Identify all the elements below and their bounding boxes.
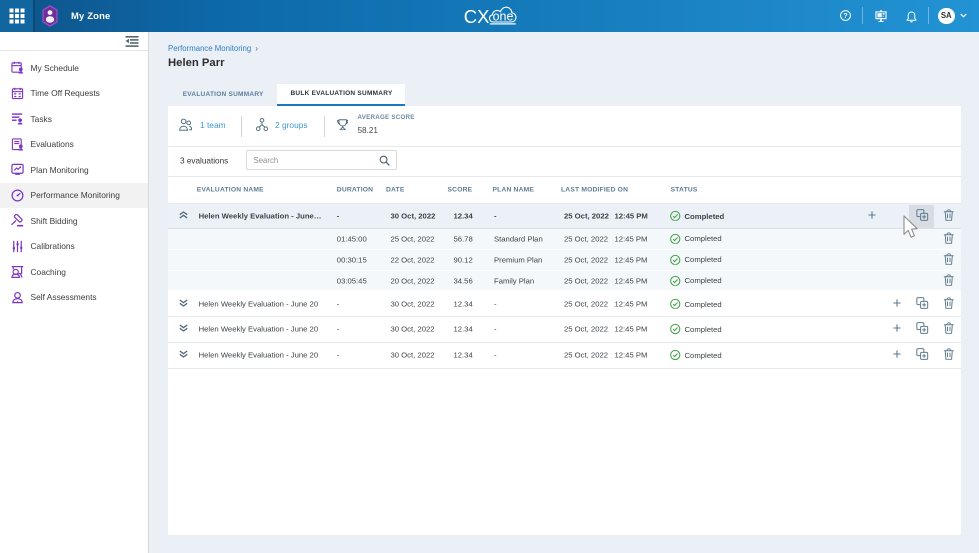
svg-text:one: one (493, 9, 514, 23)
svg-text:?: ? (843, 13, 847, 20)
svg-text:CX: CX (464, 6, 490, 27)
